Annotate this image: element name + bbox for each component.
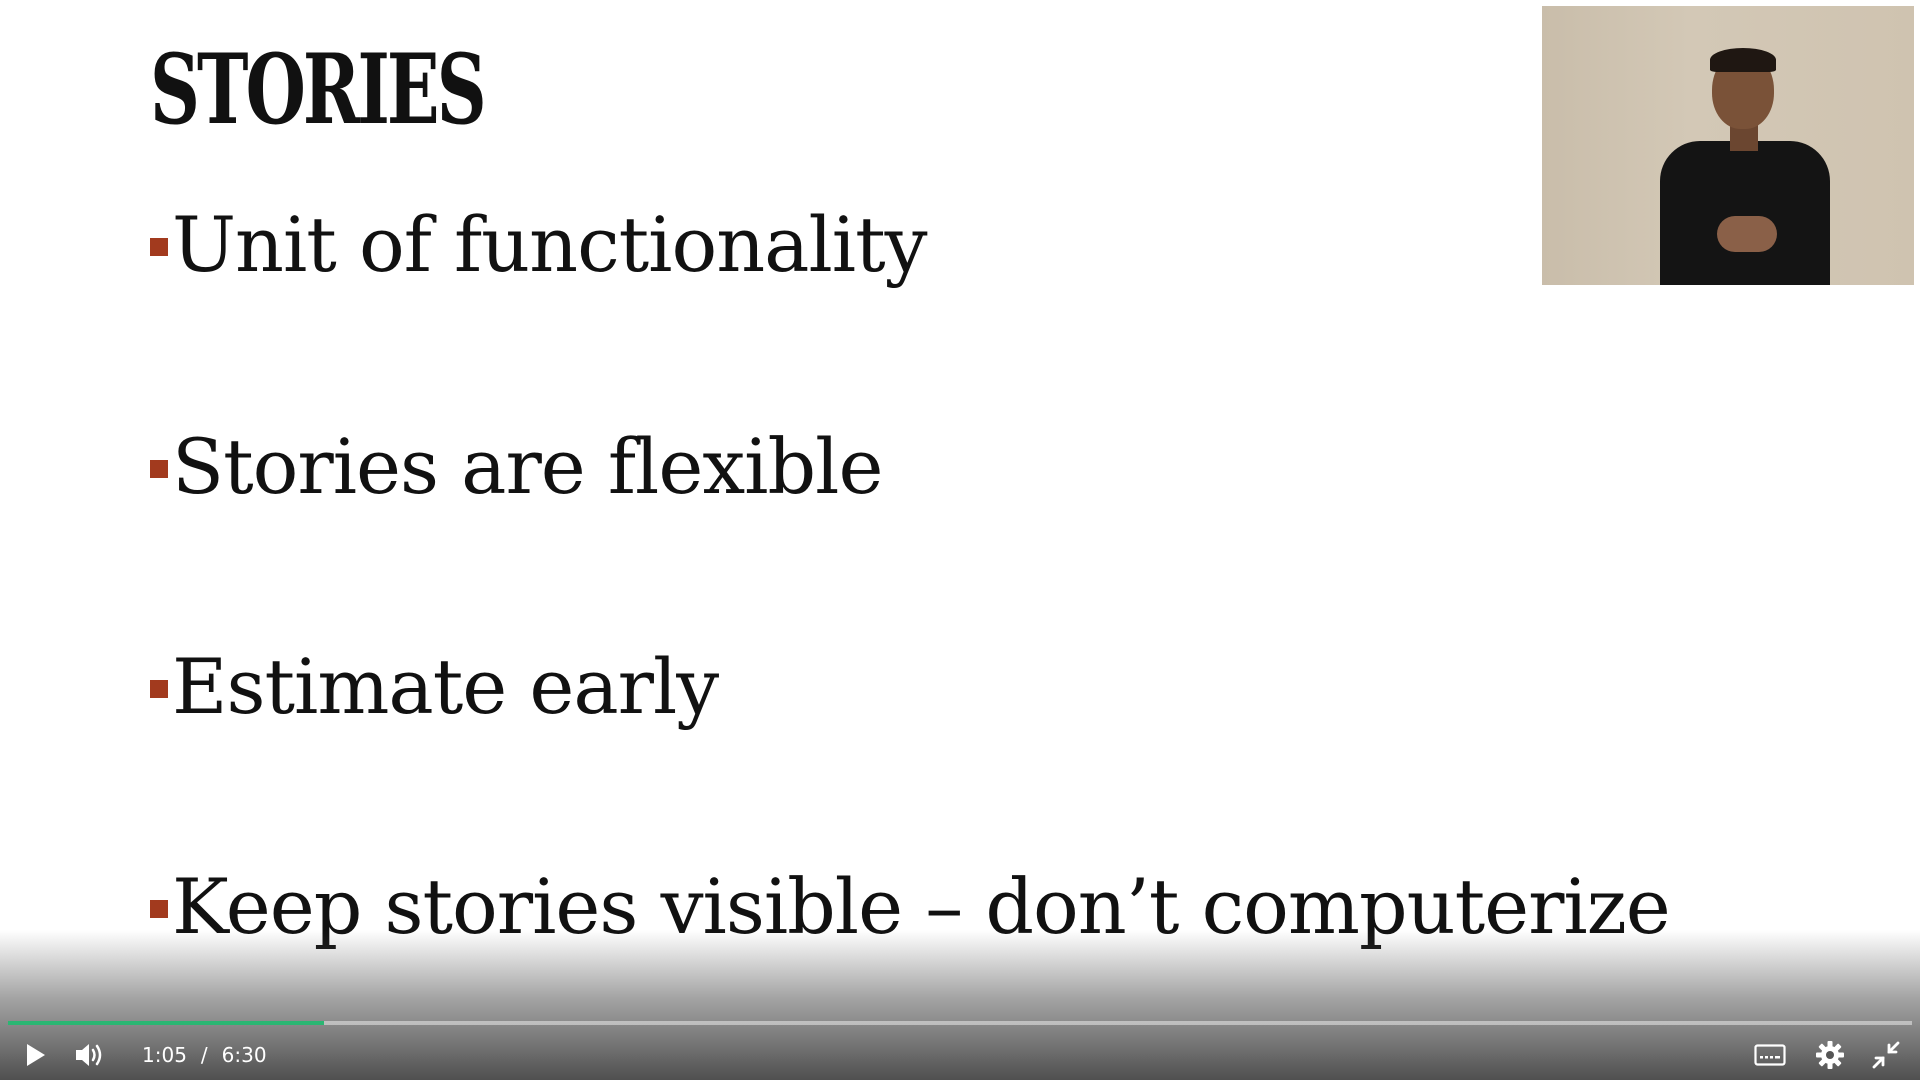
time-separator: / (200, 1043, 208, 1067)
bullet-marker (150, 679, 168, 698)
controls-overlay (0, 930, 1920, 1080)
presenter-body (1660, 141, 1830, 285)
volume-icon (74, 1041, 106, 1069)
play-button[interactable] (18, 1038, 54, 1072)
bullet-text: Stories are flexible (172, 422, 883, 511)
progress-bar[interactable] (8, 1021, 1912, 1025)
bullet-text: Unit of functionality (172, 200, 928, 289)
exit-fullscreen-button[interactable] (1868, 1038, 1904, 1072)
current-time: 1:05 (142, 1043, 187, 1067)
captions-icon (1754, 1043, 1786, 1067)
slide-title: STORIES (150, 33, 487, 146)
slide-bullet: Unit of functionality (150, 200, 928, 289)
bullet-marker (150, 459, 168, 478)
duration: 6:30 (221, 1043, 267, 1067)
slide-bullet: Estimate early (150, 642, 719, 731)
progress-played (8, 1021, 325, 1025)
presenter-hair (1710, 48, 1776, 72)
presenter-webcam-inset (1542, 6, 1914, 285)
exit-fullscreen-icon (1872, 1041, 1900, 1069)
presenter-hands (1717, 216, 1777, 252)
video-player: STORIES Unit of functionality Stories ar… (0, 0, 1920, 1080)
slide-bullet: Stories are flexible (150, 422, 883, 511)
settings-button[interactable] (1812, 1038, 1848, 1072)
time-display: 1:05 / 6:30 (142, 1040, 267, 1070)
bullet-text: Estimate early (172, 642, 719, 731)
bullet-marker (150, 237, 168, 256)
play-icon (24, 1042, 48, 1068)
bullet-marker (150, 899, 168, 918)
volume-button[interactable] (72, 1038, 108, 1072)
gear-icon (1815, 1040, 1845, 1070)
captions-button[interactable] (1752, 1038, 1788, 1072)
